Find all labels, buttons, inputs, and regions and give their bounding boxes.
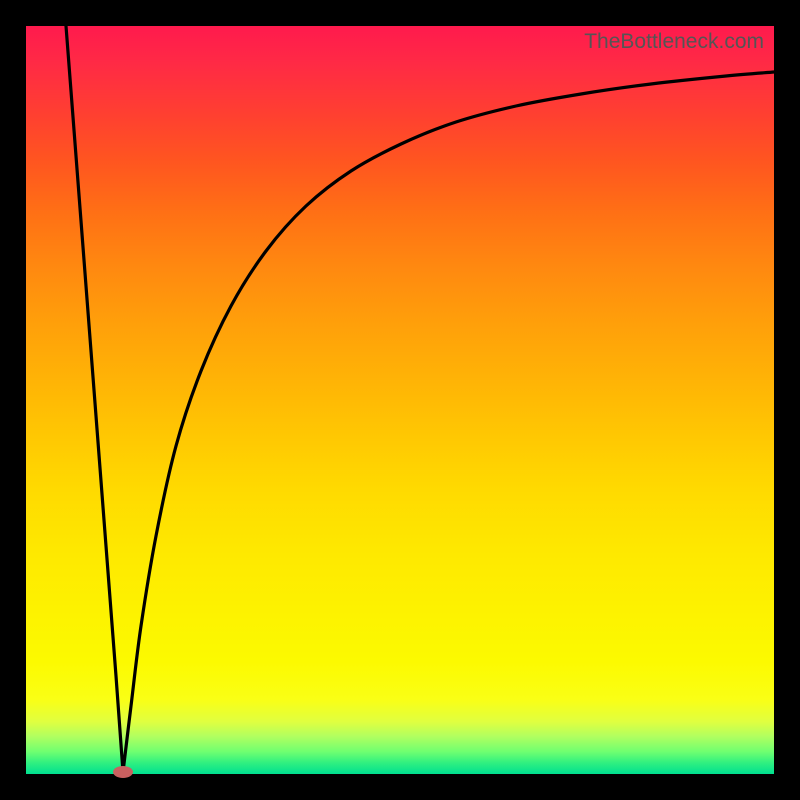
curve-svg xyxy=(26,26,774,774)
minimum-marker xyxy=(113,766,133,778)
chart-container: TheBottleneck.com xyxy=(0,0,800,800)
bottleneck-curve xyxy=(66,26,774,772)
plot-area: TheBottleneck.com xyxy=(26,26,774,774)
